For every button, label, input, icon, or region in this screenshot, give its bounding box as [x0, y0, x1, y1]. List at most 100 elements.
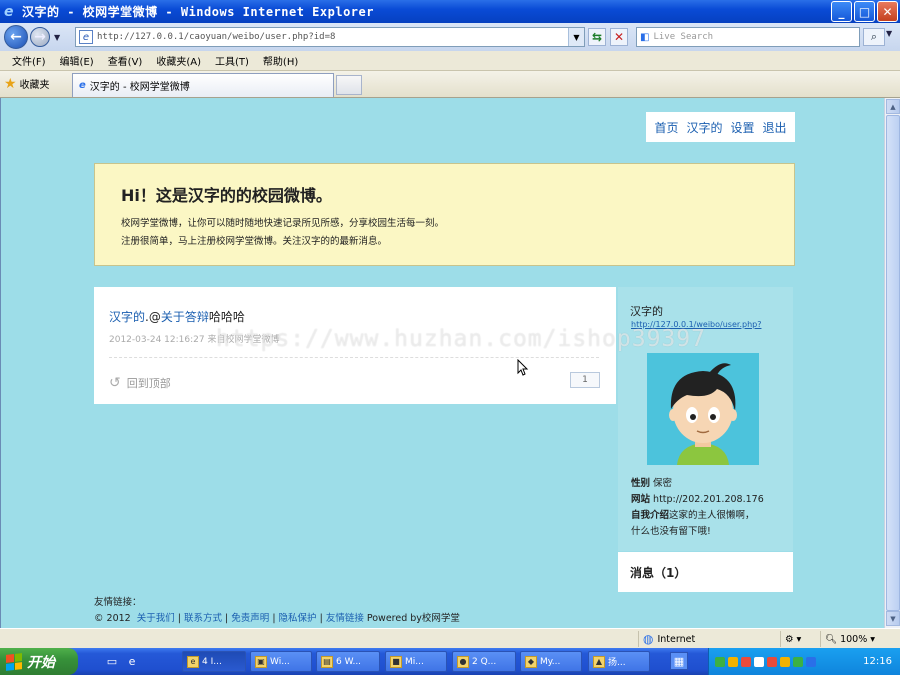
app-task-icon: ■: [390, 655, 402, 668]
stop-button[interactable]: ✕: [610, 28, 628, 46]
address-field[interactable]: e http://127.0.0.1/caoyuan/weibo/user.ph…: [75, 27, 585, 47]
address-dropdown-icon[interactable]: ▼: [568, 28, 584, 46]
scroll-up-icon[interactable]: ▲: [886, 99, 900, 114]
task-ie[interactable]: e4 I...: [182, 651, 246, 672]
footer-link-privacy[interactable]: 隐私保护: [279, 613, 317, 624]
maximize-button[interactable]: □: [854, 1, 875, 22]
profile-info: 性别 保密 网站 http://202.201.208.176 自我介绍这家的主…: [631, 476, 764, 540]
system-tray: 12:16: [708, 648, 900, 675]
bio-label: 自我介绍: [631, 510, 670, 521]
post-author[interactable]: 汉字的: [109, 310, 145, 324]
nav-profile[interactable]: 汉字的: [686, 119, 722, 136]
vertical-scrollbar[interactable]: ▲ ▼: [884, 98, 900, 628]
close-button[interactable]: ✕: [877, 1, 898, 22]
tray-icon-7[interactable]: [793, 656, 803, 667]
mouse-cursor-icon: [517, 359, 529, 376]
scroll-thumb[interactable]: [886, 115, 900, 611]
favorites-button[interactable]: ★ 收藏夹: [4, 75, 50, 92]
post-body: 哈哈哈: [208, 310, 245, 324]
profile-name: 汉字的: [630, 305, 663, 318]
footer-line: © 2012 关于我们 | 联系方式 | 免责声明 | 隐私保护 | 友情链接 …: [94, 613, 460, 624]
search-icon[interactable]: ⌕: [863, 28, 885, 46]
task-6[interactable]: ◆ My...: [520, 651, 582, 672]
task-3[interactable]: ▤ 6 W...: [316, 651, 380, 672]
search-dropdown-icon[interactable]: ▼: [886, 29, 892, 38]
site-label: 网站: [631, 494, 651, 505]
menu-tools[interactable]: 工具(T): [215, 53, 249, 68]
reply-icon: ↺: [109, 375, 121, 391]
bio-value: 这家的主人很懒啊，: [669, 510, 755, 521]
back-to-top-link[interactable]: ↺ 回到顶部: [109, 375, 171, 391]
menu-file[interactable]: 文件(F): [12, 53, 46, 68]
footer-links-label: 友情链接：: [94, 597, 142, 608]
welcome-panel: Hi！这是汉字的的校园微博。 校网学堂微博，让你可以随时随地快速记录所见所感，分…: [94, 163, 795, 266]
favorites-label: 收藏夹: [19, 80, 50, 91]
menu-bar: 文件(F) 编辑(E) 查看(V) 收藏夹(A) 工具(T) 帮助(H): [0, 51, 900, 71]
menu-favorites[interactable]: 收藏夹(A): [156, 53, 201, 68]
gender-value: 保密: [653, 478, 673, 489]
task-7[interactable]: ▲ 扬...: [588, 651, 650, 672]
task-2[interactable]: ▣ Wi...: [250, 651, 312, 672]
copyright: © 2012: [94, 613, 131, 624]
messages-box[interactable]: 消息（1）: [618, 552, 793, 592]
page-icon: e: [79, 30, 93, 44]
refresh-button[interactable]: ⇆: [588, 28, 606, 46]
clock: 12:16: [863, 656, 892, 667]
page-count[interactable]: 1: [570, 372, 600, 388]
page-content: 首页 汉字的 设置 退出 Hi！这是汉字的的校园微博。 校网学堂微博，让你可以随…: [0, 98, 884, 628]
qq-task-icon: ●: [457, 655, 469, 668]
tab-current[interactable]: e 汉字的 - 校网学堂微博: [72, 73, 334, 97]
live-search-icon: ◧: [640, 31, 650, 43]
globe-icon: ◍: [643, 632, 654, 646]
zoom-control[interactable]: 🔍︎ 100% ▾: [820, 631, 890, 647]
ie-quicklaunch-icon[interactable]: e: [124, 653, 140, 669]
tray-icon-3[interactable]: [741, 656, 751, 667]
status-bar: ◍ Internet ⚙ ▾ 🔍︎ 100% ▾: [0, 628, 900, 648]
mention-prefix: .@: [145, 310, 161, 324]
tray-icon-6[interactable]: [780, 656, 790, 667]
protected-mode-icon[interactable]: ⚙ ▾: [780, 631, 820, 647]
tray-icon-8[interactable]: [806, 656, 816, 667]
post-mention[interactable]: 关于答辩: [161, 310, 209, 324]
back-button[interactable]: ←: [4, 25, 28, 49]
taskbar-tile-icon[interactable]: ▦: [670, 652, 688, 670]
new-tab-button[interactable]: [336, 75, 362, 95]
nav-settings[interactable]: 设置: [731, 119, 755, 136]
footer-link-disclaimer[interactable]: 免责声明: [231, 613, 269, 624]
task-5[interactable]: ● 2 Q...: [452, 651, 516, 672]
tray-icon-1[interactable]: [715, 656, 725, 667]
tray-icon-4[interactable]: [754, 656, 764, 667]
footer: 友情链接： © 2012 关于我们 | 联系方式 | 免责声明 | 隐私保护 |…: [94, 595, 460, 627]
gender-label: 性别: [631, 478, 651, 489]
welcome-line-1: 校网学堂微博，让你可以随时随地快速记录所见所感，分享校园生活每一刻。: [121, 218, 445, 229]
start-button[interactable]: 开始: [0, 648, 78, 675]
address-url[interactable]: http://127.0.0.1/caoyuan/weibo/user.php?…: [97, 32, 335, 42]
windows-flag-icon: [6, 652, 22, 671]
search-input[interactable]: ◧ Live Search: [636, 27, 860, 47]
reply-label: 回到顶部: [126, 377, 171, 390]
welcome-title: Hi！这是汉字的的校园微博。: [121, 186, 332, 205]
star-icon: ★: [4, 75, 17, 92]
footer-link-friends[interactable]: 友情链接: [326, 613, 364, 624]
footer-link-about[interactable]: 关于我们: [137, 613, 175, 624]
nav-home[interactable]: 首页: [654, 119, 678, 136]
history-dropdown-icon[interactable]: ▼: [54, 33, 60, 42]
menu-view[interactable]: 查看(V): [108, 53, 143, 68]
task-4[interactable]: ■ Mi...: [385, 651, 447, 672]
minimize-button[interactable]: _: [831, 1, 852, 22]
nav-logout[interactable]: 退出: [763, 119, 787, 136]
zone-label: Internet: [657, 633, 696, 645]
show-desktop-icon[interactable]: ▭: [104, 653, 120, 669]
page-icon: e: [79, 80, 86, 91]
forward-button[interactable]: →: [30, 27, 50, 47]
menu-help[interactable]: 帮助(H): [263, 53, 298, 68]
window-title: 汉字的 - 校网学堂微博 - Windows Internet Explorer: [22, 5, 374, 19]
scroll-down-icon[interactable]: ▼: [886, 611, 900, 626]
tray-icon-2[interactable]: [728, 656, 738, 667]
menu-edit[interactable]: 编辑(E): [60, 53, 94, 68]
favorites-bar: ★ 收藏夹 e 汉字的 - 校网学堂微博: [0, 71, 900, 98]
tool-task-icon: ▲: [593, 655, 605, 668]
tray-icon-5[interactable]: [767, 656, 777, 667]
footer-link-contact[interactable]: 联系方式: [184, 613, 222, 624]
messages-label: 消息（1）: [630, 566, 687, 580]
